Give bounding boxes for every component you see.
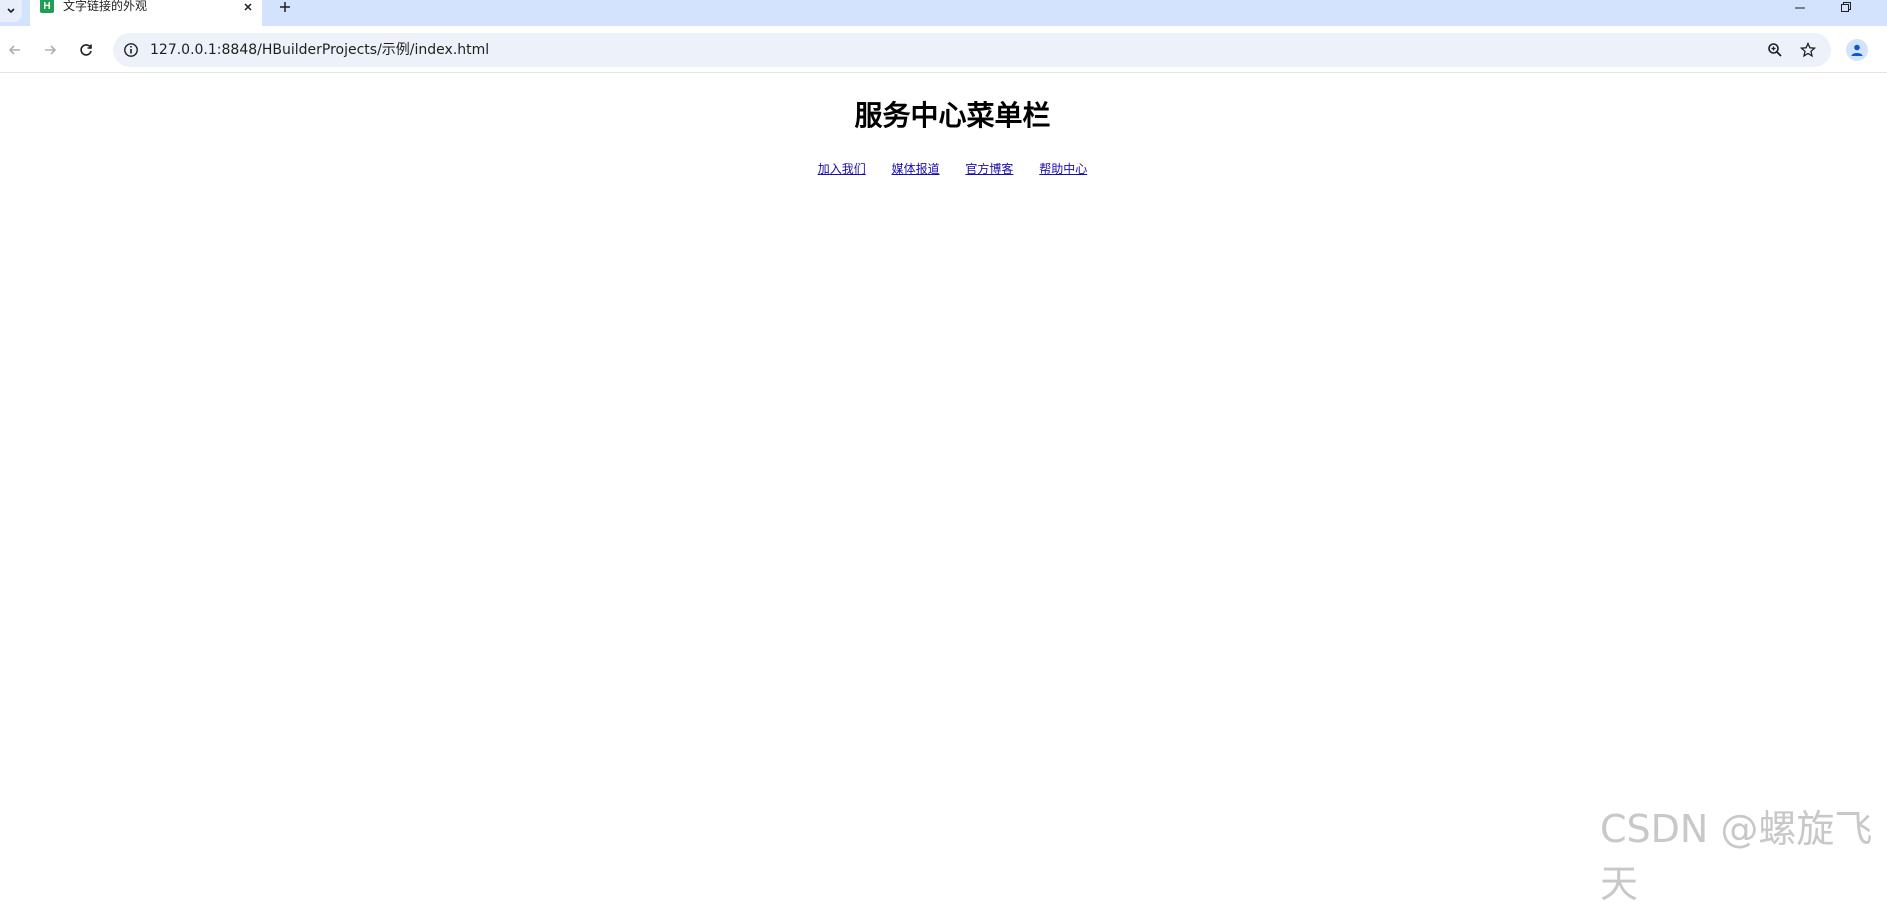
zoom-button[interactable]	[1765, 40, 1785, 60]
menu-link-join-us[interactable]: 加入我们	[818, 162, 866, 176]
hbuilder-icon: H	[40, 0, 54, 13]
browser-window: H 文字链接的外观 127.0.0.1:8848/HBuilderProject…	[0, 0, 1887, 906]
tab-strip: H 文字链接的外观	[0, 0, 1887, 26]
zoom-icon	[1768, 43, 1782, 57]
person-icon	[1851, 44, 1863, 56]
back-button[interactable]	[2, 37, 28, 63]
menu-link-help-center[interactable]: 帮助中心	[1039, 162, 1087, 176]
browser-toolbar: 127.0.0.1:8848/HBuilderProjects/示例/index…	[0, 26, 1887, 73]
chevron-down-icon	[7, 8, 15, 14]
page-title: 服务中心菜单栏	[854, 99, 1051, 132]
close-icon	[244, 2, 252, 11]
arrow-right-icon	[45, 45, 57, 55]
menu-link-official-blog[interactable]: 官方博客	[965, 162, 1013, 176]
plus-icon	[280, 1, 290, 12]
forward-button[interactable]	[37, 37, 63, 63]
minimize-button[interactable]	[1790, 0, 1810, 13]
url-text[interactable]: 127.0.0.1:8848/HBuilderProjects/示例/index…	[150, 33, 489, 67]
restore-icon	[1841, 1, 1851, 12]
tab-list-button[interactable]	[0, 0, 22, 22]
menu-link-media-reports[interactable]: 媒体报道	[892, 162, 940, 176]
tab-close-button[interactable]	[240, 0, 256, 13]
star-icon	[1800, 42, 1816, 58]
arrow-left-icon	[8, 45, 20, 55]
new-tab-button[interactable]	[274, 0, 296, 13]
restore-button[interactable]	[1836, 0, 1856, 13]
bookmark-button[interactable]	[1798, 40, 1818, 60]
minimize-icon	[1795, 7, 1805, 8]
tab-active[interactable]: H 文字链接的外观	[30, 0, 262, 26]
site-info-button[interactable]	[121, 40, 141, 60]
csdn-watermark: CSDN @螺旋飞天	[1600, 807, 1873, 906]
reload-button[interactable]	[73, 37, 99, 63]
tab-title: 文字链接的外观	[63, 0, 148, 13]
service-menu: 加入我们 媒体报道 官方博客 帮助中心	[0, 160, 1887, 177]
reload-icon	[80, 44, 92, 56]
page-content: 服务中心菜单栏 加入我们 媒体报道 官方博客 帮助中心	[0, 74, 1887, 854]
info-icon	[124, 43, 138, 57]
address-bar[interactable]: 127.0.0.1:8848/HBuilderProjects/示例/index…	[113, 33, 1831, 67]
profile-button[interactable]	[1846, 39, 1868, 61]
